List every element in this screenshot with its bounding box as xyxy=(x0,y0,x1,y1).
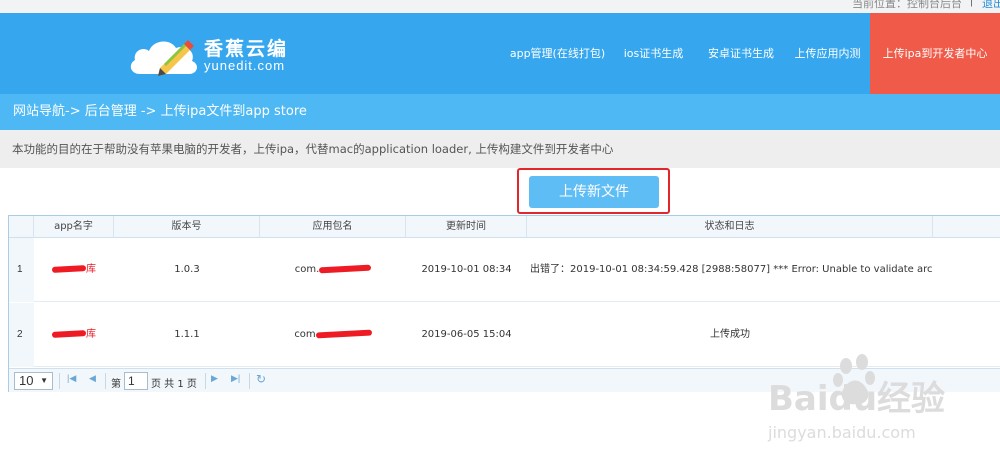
current-location: 当前位置：控制台后台 xyxy=(852,0,962,10)
separator: | xyxy=(970,0,973,7)
cell-version: 1.1.1 xyxy=(174,329,200,340)
next-page-icon[interactable]: ▶ xyxy=(211,373,218,384)
page-size-select[interactable]: 10 ▼ xyxy=(14,372,53,390)
prev-page-icon[interactable]: ◀ xyxy=(89,373,96,384)
cell-status-log: 出错了：2019-10-01 08:34:59.428 [2988:58077]… xyxy=(530,264,933,275)
refresh-icon[interactable]: ↻ xyxy=(256,372,266,386)
watermark-brand: Baidu经验 xyxy=(768,379,945,419)
cloud-pencil-icon xyxy=(130,40,198,76)
column-status-log[interactable]: 状态和日志 xyxy=(527,216,933,238)
upload-new-file-button[interactable]: 上传新文件 xyxy=(529,176,659,208)
breadcrumb: 网站导航-> 后台管理 -> 上传ipa文件到app store xyxy=(0,94,1000,130)
logo-english-text: yunedit.com xyxy=(204,58,286,73)
nav-android-certificate[interactable]: 安卓证书生成 xyxy=(697,13,785,94)
cell-updated: 2019-06-05 15:04 xyxy=(421,329,512,340)
notice-text: 本功能的目的在于帮助没有苹果电脑的开发者，上传ipa，代替mac的applica… xyxy=(0,130,1000,168)
header-rownum xyxy=(9,216,34,238)
column-app-name[interactable]: app名字 xyxy=(34,216,114,238)
cell-package: com xyxy=(260,303,406,367)
row-number: 2 xyxy=(9,303,34,367)
cell-app-name: 库 xyxy=(34,238,114,302)
nav-ios-certificate[interactable]: ios证书生成 xyxy=(610,13,697,94)
nav-app-management[interactable]: app管理(在线打包) xyxy=(505,13,610,94)
page-number-input[interactable]: 1 xyxy=(124,372,148,390)
nav-upload-beta[interactable]: 上传应用内测 xyxy=(785,13,870,94)
redaction-mark xyxy=(51,330,87,338)
last-page-icon[interactable]: ▶| xyxy=(231,373,240,384)
header: 香蕉云编 yunedit.com app管理(在线打包) ios证书生成 安卓证… xyxy=(0,13,1000,94)
first-page-icon[interactable]: |◀ xyxy=(67,373,76,384)
cell-package: com. xyxy=(260,238,406,302)
table-header: app名字 版本号 应用包名 更新时间 状态和日志 xyxy=(9,216,1000,238)
watermark-url: jingyan.baidu.com xyxy=(767,423,916,442)
column-updated[interactable]: 更新时间 xyxy=(406,216,527,238)
table-row[interactable]: 1 库 1.0.3 com. 2019-10-01 08:34 出错了：2019… xyxy=(9,238,1000,302)
redaction-mark xyxy=(319,264,372,274)
nav-upload-ipa[interactable]: 上传ipa到开发者中心 xyxy=(870,13,1000,94)
cell-version: 1.0.3 xyxy=(174,264,200,275)
page-prefix: 第 xyxy=(111,379,121,390)
baidu-watermark: Baidu经验 jingyan.baidu.com xyxy=(767,354,945,442)
row-number: 1 xyxy=(9,238,34,302)
redaction-mark xyxy=(315,329,372,339)
page-suffix: 页 共 1 页 xyxy=(151,379,197,390)
logo[interactable]: 香蕉云编 yunedit.com xyxy=(126,28,296,83)
chevron-down-icon: ▼ xyxy=(40,376,48,385)
column-package[interactable]: 应用包名 xyxy=(260,216,406,238)
top-bar: 当前位置：控制台后台 | 退出 xyxy=(0,0,1000,13)
main-nav: app管理(在线打包) ios证书生成 安卓证书生成 上传应用内测 上传ipa到… xyxy=(505,13,1000,94)
cell-updated: 2019-10-01 08:34 xyxy=(421,264,512,275)
column-version[interactable]: 版本号 xyxy=(114,216,260,238)
logout-link[interactable]: 退出 xyxy=(982,0,1000,11)
redaction-mark xyxy=(51,265,87,273)
upload-highlight-box: 上传新文件 xyxy=(517,168,670,214)
cell-app-name: 库 xyxy=(34,303,114,367)
logo-chinese-text: 香蕉云编 xyxy=(204,38,289,60)
